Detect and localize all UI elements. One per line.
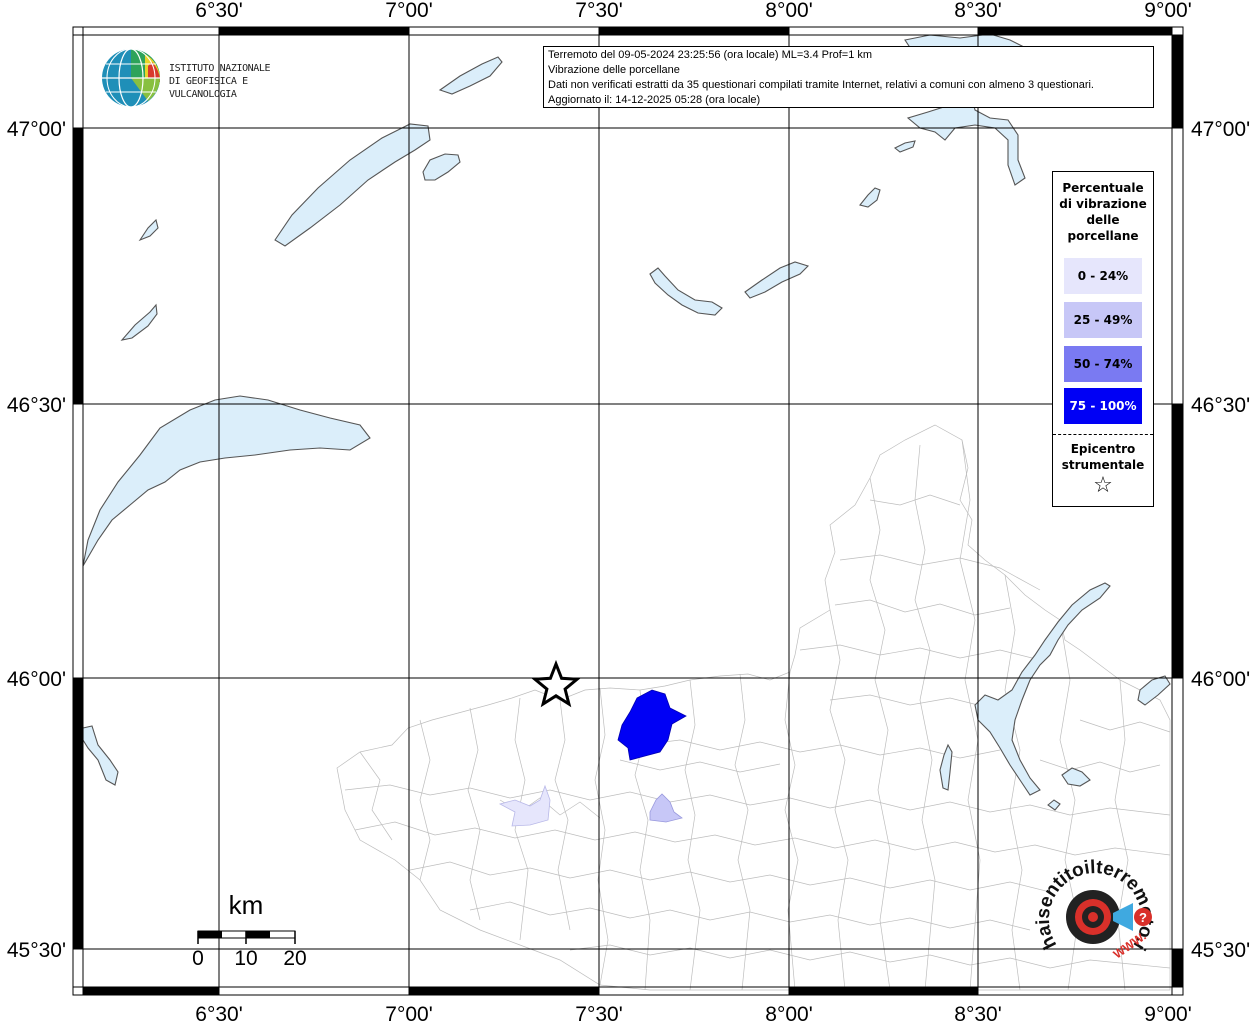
legend-item-25-49: 25 - 49%: [1064, 302, 1142, 338]
scale-bar-label: 10: [234, 947, 257, 970]
legend: Percentuale di vibrazione delle porcella…: [1052, 171, 1154, 507]
scale-bar-label: 20: [283, 947, 306, 970]
lon-tick-label: 8°00': [765, 0, 812, 22]
hst-seal-icon: haisentitoilterremoto.it ? WWW.: [1032, 839, 1157, 961]
legend-item-0-24: 0 - 24%: [1064, 258, 1142, 294]
lon-tick-label: 7°30': [575, 1003, 622, 1024]
lat-tick-label: 47°00': [7, 118, 66, 141]
info-line-updated: Aggiornato il: 14-12-2025 05:28 (ora loc…: [548, 94, 761, 106]
lon-tick-label: 8°00': [765, 1003, 812, 1024]
lon-tick-label: 7°00': [385, 0, 432, 22]
lat-ticks-left: 47°00' 46°30' 46°00' 45°30': [7, 118, 66, 962]
legend-item-75-100: 75 - 100%: [1064, 388, 1142, 424]
legend-divider: [1053, 434, 1153, 435]
ingv-line1: ISTITUTO NAZIONALE: [169, 63, 271, 74]
hst-www: WWW.: [1111, 929, 1149, 961]
lat-tick-label: 45°30': [1191, 939, 1250, 962]
lon-tick-label: 9°00': [1144, 1003, 1191, 1024]
lon-ticks-bottom: 6°30' 7°00' 7°30' 8°00' 8°30' 9°00': [195, 1003, 1191, 1024]
lon-tick-label: 8°30': [954, 1003, 1001, 1024]
lat-tick-label: 46°00': [7, 668, 66, 691]
lon-tick-label: 7°00': [385, 1003, 432, 1024]
ingv-wordmark: ISTITUTO NAZIONALE DI GEOFISICA E VULCAN…: [169, 62, 310, 101]
lat-tick-label: 46°30': [1191, 394, 1250, 417]
hst-logo[interactable]: haisentitoilterremoto.it ? WWW.: [1032, 839, 1157, 975]
ingv-logo[interactable]: ISTITUTO NAZIONALE DI GEOFISICA E VULCAN…: [100, 48, 310, 110]
lat-ticks-right: 47°00' 46°30' 46°00' 45°30': [1191, 118, 1250, 962]
ingv-globe-icon: [102, 48, 160, 108]
lon-ticks-top: 6°30' 7°00' 7°30' 8°00' 8°30' 9°00': [195, 0, 1191, 22]
lon-tick-label: 7°30': [575, 0, 622, 22]
legend-star-icon: ☆: [1093, 473, 1113, 498]
info-line-source: Dati non verificati estratti da 35 quest…: [548, 79, 1094, 91]
earthquake-info-box: Terremoto del 09-05-2024 23:25:56 (ora l…: [543, 46, 1154, 108]
scale-bar-unit: km: [229, 890, 264, 920]
legend-item-50-74: 50 - 74%: [1064, 346, 1142, 382]
lat-tick-label: 46°30': [7, 394, 66, 417]
lat-tick-label: 46°00': [1191, 668, 1250, 691]
scale-bar-label: 0: [192, 947, 204, 970]
lon-tick-label: 8°30': [954, 0, 1001, 22]
lon-tick-label: 6°30': [195, 0, 242, 22]
lat-tick-label: 47°00': [1191, 118, 1250, 141]
legend-epicenter-label: Epicentro strumentale: [1061, 442, 1145, 472]
info-line-parameter: Vibrazione delle porcellane: [548, 64, 680, 76]
legend-title: Percentuale di vibrazione delle porcella…: [1059, 181, 1147, 243]
svg-text:?: ?: [1139, 910, 1147, 925]
info-line-event: Terremoto del 09-05-2024 23:25:56 (ora l…: [548, 49, 873, 61]
lon-tick-label: 6°30': [195, 1003, 242, 1024]
ingv-line2: DI GEOFISICA E VULCANOLOGIA: [169, 76, 248, 100]
lon-tick-label: 9°00': [1144, 0, 1191, 22]
lat-tick-label: 45°30': [7, 939, 66, 962]
